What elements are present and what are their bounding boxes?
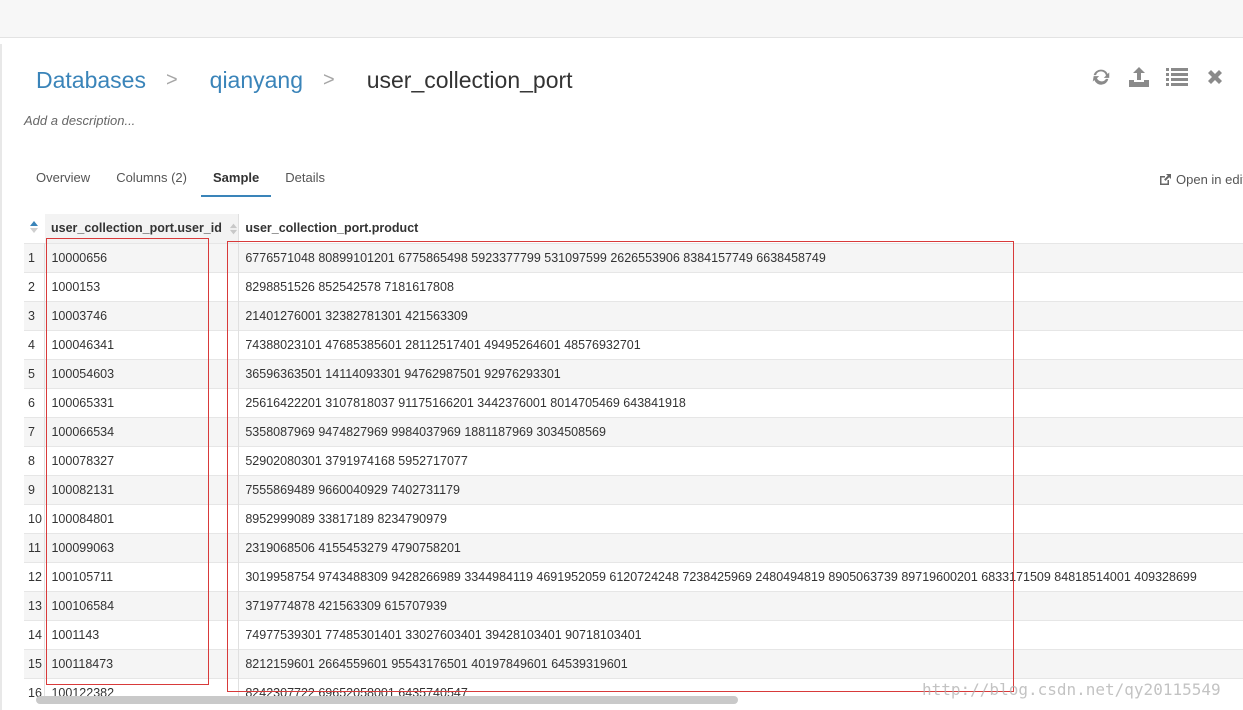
cell-user-id[interactable]: 100105711 (44, 561, 240, 591)
top-bar (0, 0, 1243, 38)
cell-user-id[interactable]: 10000656 (44, 242, 240, 272)
row-number-header[interactable] (24, 214, 45, 243)
table-row: 6 100065331 25616422201 3107818037 9117516… (24, 387, 1243, 417)
breadcrumb-databases-link[interactable]: Databases (36, 67, 146, 94)
cell-product[interactable]: 5358087969 9474827969 9984037969 1881187… (238, 416, 1243, 446)
table-row: 8 100078327 52902080301 3791974168 5952717… (24, 445, 1243, 475)
row-number: 8 (24, 445, 46, 475)
sort-icon[interactable] (229, 222, 238, 236)
table-row: 4 100046341 74388023101 47685385601 281125… (24, 329, 1243, 359)
upload-button[interactable] (1127, 63, 1151, 91)
cell-product[interactable]: 74388023101 47685385601 28112517401 4949… (238, 329, 1243, 359)
tab-columns[interactable]: Columns (2) (104, 164, 199, 197)
breadcrumb: Databases > qianyang > user_collection_p… (36, 64, 573, 96)
row-number: 5 (24, 358, 46, 388)
table-row: 9 100082131 7555869489 9660040929 74027311… (24, 474, 1243, 504)
cell-product[interactable]: 74977539301 77485301401 33027603401 3942… (238, 619, 1243, 649)
table-row: 1 10000656 6776571048 80899101201 67758654… (24, 242, 1243, 272)
cell-product[interactable]: 7555869489 9660040929 7402731179 (238, 474, 1243, 504)
refresh-button[interactable] (1089, 63, 1113, 91)
tab-overview[interactable]: Overview (24, 164, 102, 197)
column-header-user-id[interactable]: user_collection_port.user_id (44, 214, 240, 243)
cell-user-id[interactable]: 100118473 (44, 648, 240, 678)
cell-product[interactable]: 21401276001 32382781301 421563309 (238, 300, 1243, 330)
open-in-editor-link[interactable]: Open in edit (1159, 172, 1243, 187)
cell-user-id[interactable]: 100046341 (44, 329, 240, 359)
cell-user-id[interactable]: 100066534 (44, 416, 240, 446)
table-toolbar (1089, 63, 1227, 91)
cell-product[interactable]: 3719774878 421563309 615707939 (238, 590, 1243, 620)
close-button[interactable] (1203, 63, 1227, 91)
cell-product[interactable]: 6776571048 80899101201 6775865498 592337… (238, 242, 1243, 272)
row-number: 9 (24, 474, 46, 504)
table-row: 12 100105711 3019958754 9743488309 9428266… (24, 561, 1243, 591)
refresh-icon (1092, 69, 1110, 85)
row-number: 15 (24, 648, 46, 678)
row-number: 6 (24, 387, 46, 417)
list-icon (1166, 68, 1188, 86)
cell-product[interactable]: 36596363501 14114093301 94762987501 9297… (238, 358, 1243, 388)
row-number: 2 (24, 271, 46, 301)
cell-product[interactable]: 8212159601 2664559601 95543176501 401978… (238, 648, 1243, 678)
breadcrumb-database-link[interactable]: qianyang (210, 67, 303, 94)
row-number: 11 (24, 532, 46, 562)
panel-left-border (0, 44, 2, 710)
row-number: 7 (24, 416, 46, 446)
sort-ascending-icon (30, 220, 39, 233)
add-description-field[interactable]: Add a description... (24, 113, 135, 128)
column-header-product[interactable]: user_collection_port.product (238, 214, 1243, 243)
cell-user-id[interactable]: 100084801 (44, 503, 240, 533)
open-in-editor-label: Open in edit (1176, 172, 1243, 187)
cell-product[interactable]: 25616422201 3107818037 91175166201 34423… (238, 387, 1243, 417)
external-link-icon (1160, 174, 1171, 185)
cell-user-id[interactable]: 100054603 (44, 358, 240, 388)
cell-product[interactable]: 8952999089 33817189 8234790979 (238, 503, 1243, 533)
grid-header-row: user_collection_port.user_id user_collec… (24, 214, 1243, 243)
column-header-user-id-label: user_collection_port.user_id (50, 220, 222, 235)
row-number: 3 (24, 300, 46, 330)
table-row: 7 100066534 5358087969 9474827969 99840379… (24, 416, 1243, 446)
table-row: 3 10003746 21401276001 32382781301 4215633… (24, 300, 1243, 330)
cell-product[interactable]: 2319068506 4155453279 4790758201 (238, 532, 1243, 562)
breadcrumb-separator: > (165, 68, 178, 91)
table-row: 5 100054603 36596363501 14114093301 947629… (24, 358, 1243, 388)
column-header-product-label: user_collection_port.product (245, 221, 419, 236)
sample-data-grid: user_collection_port.user_id user_collec… (24, 214, 1243, 704)
cell-product[interactable]: 3019958754 9743488309 9428266989 3344984… (238, 561, 1243, 591)
row-number: 4 (24, 329, 46, 359)
table-row: 15 100118473 8212159601 2664559601 9554317… (24, 648, 1243, 678)
cell-user-id[interactable]: 10003746 (44, 300, 240, 330)
cell-user-id[interactable]: 100099063 (44, 532, 240, 562)
breadcrumb-separator: > (323, 68, 335, 91)
tab-sample[interactable]: Sample (200, 164, 272, 197)
close-icon (1208, 70, 1222, 84)
row-number: 13 (24, 590, 46, 620)
cell-user-id[interactable]: 100078327 (44, 445, 240, 475)
watermark-text: http://blog.csdn.net/qy20115549 (922, 680, 1221, 699)
cell-user-id[interactable]: 100106584 (44, 590, 240, 620)
table-row: 2 1000153 8298851526 852542578 7181617808 (24, 271, 1243, 301)
cell-product[interactable]: 8298851526 852542578 7181617808 (238, 271, 1243, 301)
table-row: 11 100099063 2319068506 4155453279 4790758… (24, 532, 1243, 562)
cell-user-id[interactable]: 1000153 (44, 271, 240, 301)
cell-user-id[interactable]: 100065331 (44, 387, 240, 417)
tab-bar: Overview Columns (2) Sample Details (24, 164, 339, 197)
upload-icon (1129, 67, 1149, 87)
table-row: 14 1001143 74977539301 77485301401 3302760… (24, 619, 1243, 649)
table-row: 10 100084801 8952999089 33817189 823479097… (24, 503, 1243, 533)
row-number: 10 (24, 503, 46, 533)
row-number: 14 (24, 619, 46, 649)
cell-product[interactable]: 52902080301 3791974168 5952717077 (238, 445, 1243, 475)
breadcrumb-table-name: user_collection_port (366, 66, 573, 93)
cell-user-id[interactable]: 100082131 (44, 474, 240, 504)
table-row: 13 100106584 3719774878 421563309 61570793… (24, 590, 1243, 620)
tab-details[interactable]: Details (273, 164, 337, 197)
list-view-button[interactable] (1165, 63, 1189, 91)
row-number: 1 (24, 242, 46, 272)
row-number: 12 (24, 561, 46, 591)
horizontal-scrollbar[interactable] (36, 696, 738, 704)
cell-user-id[interactable]: 1001143 (44, 619, 240, 649)
